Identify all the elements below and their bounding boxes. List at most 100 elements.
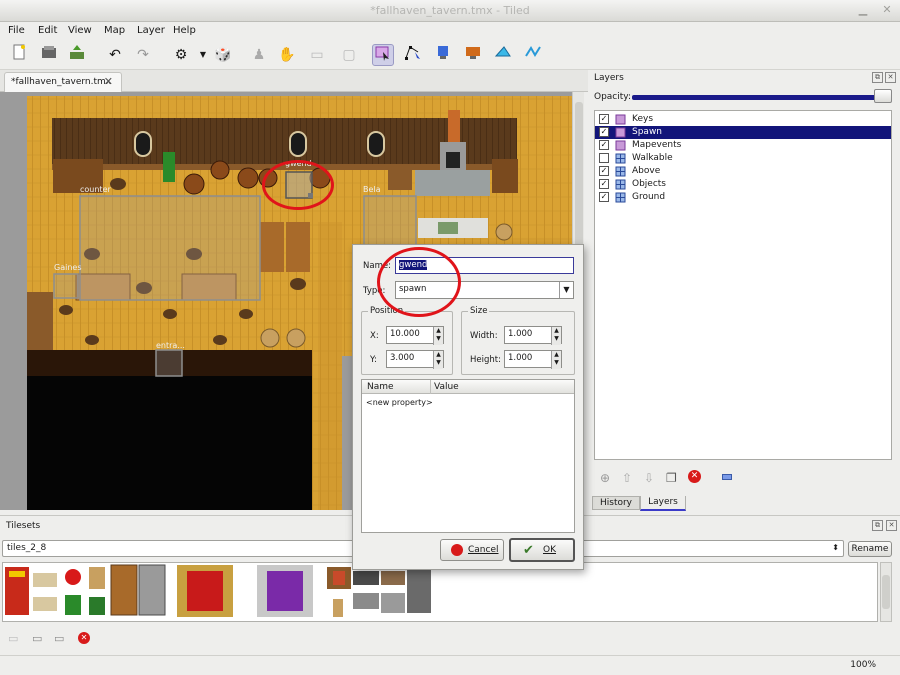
insert-rectangle-icon[interactable] bbox=[432, 44, 454, 66]
x-label: X: bbox=[370, 331, 379, 341]
edit-polygons-icon[interactable] bbox=[402, 44, 424, 66]
tileset-view[interactable] bbox=[2, 562, 878, 622]
undo-icon[interactable]: ↶ bbox=[104, 44, 126, 66]
chevron-down-icon[interactable]: ▼ bbox=[559, 282, 573, 298]
tile-layer-icon bbox=[615, 166, 626, 177]
new-tileset-icon[interactable]: ▭ bbox=[8, 632, 18, 645]
layer-row-spawn[interactable]: ✓ Spawn bbox=[595, 126, 891, 139]
tab-fallhaven-tavern[interactable]: *fallhaven_tavern.tmx ✕ bbox=[4, 72, 122, 92]
menu-map[interactable]: Map bbox=[104, 25, 125, 36]
layer-row-above[interactable]: ✓ Above bbox=[595, 165, 891, 178]
insert-polygon-icon[interactable] bbox=[492, 44, 514, 66]
map-label-bela: Bela bbox=[363, 185, 381, 194]
raise-layer-icon[interactable]: ⇧ bbox=[622, 471, 632, 485]
menu-file[interactable]: File bbox=[8, 25, 25, 36]
add-layer-icon[interactable]: ⊕ bbox=[600, 471, 610, 485]
tile-layer-icon bbox=[615, 153, 626, 164]
layer-row-mapevents[interactable]: ✓ Mapevents bbox=[595, 139, 891, 152]
tileset-scrollbar[interactable] bbox=[880, 562, 892, 622]
insert-image-icon[interactable] bbox=[462, 44, 484, 66]
properties-header: Name Value bbox=[362, 380, 574, 394]
close-panel-icon[interactable]: ✕ bbox=[885, 72, 896, 83]
layer-row-objects[interactable]: ✓ Objects bbox=[595, 178, 891, 191]
layer-visibility-checkbox[interactable]: ✓ bbox=[599, 140, 609, 150]
cancel-label: Cancel bbox=[468, 545, 499, 555]
float-panel-icon[interactable]: ⧉ bbox=[872, 72, 883, 83]
opacity-slider[interactable] bbox=[632, 95, 888, 100]
col-value-header[interactable]: Value bbox=[434, 382, 459, 392]
col-name-header[interactable]: Name bbox=[367, 382, 394, 392]
rect-select-icon[interactable]: ▭ bbox=[306, 44, 328, 66]
stamp-brush-icon[interactable]: ⚙ bbox=[170, 44, 192, 66]
float-panel-icon[interactable]: ⧉ bbox=[872, 520, 883, 531]
layers-title: Layers bbox=[594, 73, 624, 83]
layer-properties-icon[interactable] bbox=[722, 474, 732, 480]
width-label: Width: bbox=[470, 331, 498, 341]
save-icon[interactable] bbox=[66, 44, 88, 66]
bucket-fill-icon[interactable]: ♟ bbox=[248, 44, 270, 66]
duplicate-layer-icon[interactable]: ❐ bbox=[666, 471, 677, 485]
opacity-label: Opacity: bbox=[594, 92, 631, 102]
chevron-down-icon[interactable]: ▼ bbox=[192, 44, 214, 66]
rename-button[interactable]: Rename bbox=[848, 541, 892, 557]
import-tileset-icon[interactable]: ▭ bbox=[32, 632, 42, 645]
close-tab-icon[interactable]: ✕ bbox=[104, 75, 113, 88]
spin-arrows-icon[interactable]: ▲ ▼ bbox=[433, 327, 443, 345]
close-window-icon[interactable]: ✕ bbox=[880, 3, 894, 17]
select-objects-icon[interactable] bbox=[372, 44, 394, 66]
height-spinbox[interactable]: 1.000 ▲ ▼ bbox=[504, 350, 562, 369]
opacity-slider-handle[interactable] bbox=[874, 89, 892, 103]
spin-arrows-icon[interactable]: ▲ ▼ bbox=[433, 351, 443, 369]
updown-icon: ⬍ bbox=[832, 543, 839, 552]
layer-visibility-checkbox[interactable] bbox=[599, 153, 609, 163]
new-property-row[interactable]: <new property> bbox=[366, 398, 433, 407]
layer-visibility-checkbox[interactable]: ✓ bbox=[599, 114, 609, 124]
lower-layer-icon[interactable]: ⇩ bbox=[644, 471, 654, 485]
eraser-icon[interactable]: ✋ bbox=[276, 44, 298, 66]
layer-row-walkable[interactable]: Walkable bbox=[595, 152, 891, 165]
size-group: Size Width: 1.000 ▲ ▼ Height: 1.000 ▲ ▼ bbox=[461, 306, 575, 375]
remove-tileset-icon[interactable]: ✕ bbox=[78, 632, 90, 644]
spin-arrows-icon[interactable]: ▲ ▼ bbox=[551, 351, 561, 369]
layer-visibility-checkbox[interactable]: ✓ bbox=[599, 179, 609, 189]
layer-row-ground[interactable]: ✓ Ground bbox=[595, 191, 891, 204]
object-properties-dialog: Name: gwend Type: spawn ▼ Position X: 10… bbox=[352, 244, 584, 570]
x-spinbox[interactable]: 10.000 ▲ ▼ bbox=[386, 326, 444, 345]
object-layer-icon bbox=[615, 140, 626, 151]
highlight-circle-map bbox=[262, 160, 334, 210]
delete-layer-icon[interactable]: ✕ bbox=[688, 470, 701, 483]
random-icon[interactable]: 🎲 bbox=[212, 44, 234, 66]
menu-edit[interactable]: Edit bbox=[38, 25, 57, 36]
scrollbar-thumb[interactable] bbox=[882, 575, 890, 609]
spin-arrows-icon[interactable]: ▲ ▼ bbox=[551, 327, 561, 345]
tile-select-icon[interactable]: ▢ bbox=[338, 44, 360, 66]
tileset-tiles[interactable] bbox=[3, 563, 878, 622]
x-value: 10.000 bbox=[390, 329, 420, 339]
export-tileset-icon[interactable]: ▭ bbox=[54, 632, 64, 645]
layer-row-keys[interactable]: ✓ Keys bbox=[595, 113, 891, 126]
minimize-icon[interactable]: ▁ bbox=[856, 3, 870, 17]
width-spinbox[interactable]: 1.000 ▲ ▼ bbox=[504, 326, 562, 345]
layer-visibility-checkbox[interactable]: ✓ bbox=[599, 192, 609, 202]
menu-bar: File Edit View Map Layer Help bbox=[0, 22, 900, 40]
document-tabbar: *fallhaven_tavern.tmx ✕ bbox=[0, 70, 588, 92]
tile-layer-icon bbox=[615, 192, 626, 203]
new-icon[interactable] bbox=[8, 44, 30, 66]
layer-visibility-checkbox[interactable]: ✓ bbox=[599, 166, 609, 176]
open-icon[interactable] bbox=[38, 44, 60, 66]
tab-layers[interactable]: Layers bbox=[640, 496, 686, 511]
menu-view[interactable]: View bbox=[68, 25, 92, 36]
layers-panel: Layers ⧉ ✕ Opacity: ✓ Keys ✓ Spawn ✓ Map… bbox=[588, 70, 900, 515]
tab-history[interactable]: History bbox=[592, 496, 640, 510]
menu-help[interactable]: Help bbox=[173, 25, 196, 36]
menu-layer[interactable]: Layer bbox=[137, 25, 165, 36]
cancel-button[interactable]: Cancel bbox=[440, 539, 504, 561]
insert-polyline-icon[interactable] bbox=[522, 44, 544, 66]
close-panel-icon[interactable]: ✕ bbox=[886, 520, 897, 531]
redo-icon[interactable]: ↷ bbox=[132, 44, 154, 66]
ok-button[interactable]: ✔ OK bbox=[509, 538, 575, 562]
y-spinbox[interactable]: 3.000 ▲ ▼ bbox=[386, 350, 444, 369]
layer-visibility-checkbox[interactable]: ✓ bbox=[599, 127, 609, 137]
y-label: Y: bbox=[370, 355, 377, 365]
properties-table[interactable]: Name Value <new property> bbox=[361, 379, 575, 533]
